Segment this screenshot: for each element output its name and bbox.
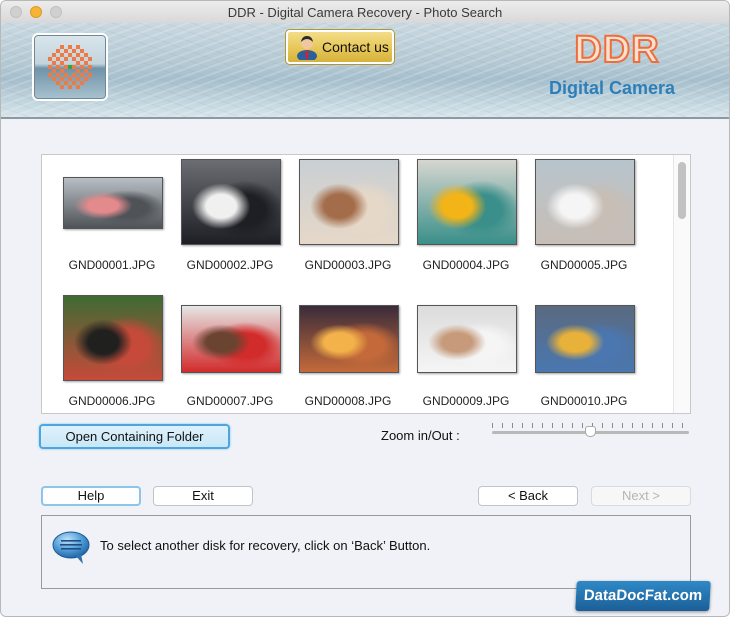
photo-filename: GND00006.JPG	[68, 394, 156, 408]
app-window: DDR - Digital Camera Recovery - Photo Se…	[0, 0, 730, 617]
photo-thumbnail[interactable]	[299, 159, 399, 245]
photo-filename: GND00010.JPG	[540, 394, 628, 408]
zoom-slider[interactable]	[492, 421, 689, 443]
brand-subtitle: Digital Camera	[549, 78, 676, 98]
app-logo	[32, 33, 108, 101]
photo-thumbnail[interactable]	[299, 305, 399, 373]
photo-thumbnail[interactable]	[535, 305, 635, 373]
open-containing-folder-button[interactable]: Open Containing Folder	[39, 424, 230, 449]
gallery-item[interactable]: GND00006.JPG	[62, 291, 180, 421]
photo-filename: GND00004.JPG	[422, 258, 510, 272]
photo-thumbnail[interactable]	[181, 159, 281, 245]
back-button[interactable]: < Back	[478, 486, 578, 506]
photo-filename: GND00008.JPG	[304, 394, 392, 408]
next-button[interactable]: Next >	[591, 486, 691, 506]
photo-thumbnail[interactable]	[417, 305, 517, 373]
gallery-item[interactable]: GND00003.JPG	[298, 155, 416, 285]
photo-thumbnail[interactable]	[181, 305, 281, 373]
gallery-item[interactable]: GND00002.JPG	[180, 155, 298, 285]
photo-filename: GND00009.JPG	[422, 394, 510, 408]
title-bar: DDR - Digital Camera Recovery - Photo Se…	[1, 1, 729, 24]
contact-us-button[interactable]: Contact us	[286, 30, 394, 64]
person-icon	[297, 36, 317, 60]
gallery-item[interactable]: GND00009.JPG	[416, 291, 534, 421]
gallery-item[interactable]: GND00005.JPG	[534, 155, 652, 285]
thumbnail-grid: GND00001.JPG GND00002.JPG GND00003.JPG GND0…	[42, 155, 674, 413]
photo-thumbnail[interactable]	[417, 159, 517, 245]
photo-filename: GND00003.JPG	[304, 258, 392, 272]
zoom-label: Zoom in/Out :	[381, 428, 460, 443]
ddr-logo-icon	[48, 45, 92, 89]
photo-thumbnail[interactable]	[535, 159, 635, 245]
message-panel: To select another disk for recovery, cli…	[41, 515, 691, 589]
photo-filename: GND00001.JPG	[68, 258, 156, 272]
contact-us-label: Contact us	[322, 39, 389, 55]
brand-title: DDR	[573, 28, 660, 72]
slider-knob[interactable]	[585, 426, 596, 437]
gallery-item[interactable]: GND00007.JPG	[180, 291, 298, 421]
window-title: DDR - Digital Camera Recovery - Photo Se…	[227, 5, 503, 20]
header-banner: Contact us DDR Digital Camera	[1, 23, 729, 119]
gallery-item[interactable]: GND00004.JPG	[416, 155, 534, 285]
gallery-item[interactable]: GND00001.JPG	[62, 155, 180, 285]
photo-filename: GND00007.JPG	[186, 394, 274, 408]
speech-bubble-icon	[52, 531, 90, 564]
scrollbar-thumb[interactable]	[678, 162, 686, 219]
photo-filename: GND00002.JPG	[186, 258, 274, 272]
photo-gallery: GND00001.JPG GND00002.JPG GND00003.JPG GND0…	[41, 154, 691, 414]
gallery-item[interactable]: GND00010.JPG	[534, 291, 652, 421]
help-button[interactable]: Help	[41, 486, 141, 506]
status-message: To select another disk for recovery, cli…	[100, 538, 431, 553]
photo-thumbnail[interactable]	[63, 177, 163, 229]
watermark-badge: DataDocFat.com	[575, 581, 711, 611]
gallery-item[interactable]: GND00008.JPG	[298, 291, 416, 421]
exit-button[interactable]: Exit	[153, 486, 253, 506]
photo-thumbnail[interactable]	[63, 295, 163, 381]
vertical-scrollbar[interactable]	[673, 155, 690, 413]
photo-filename: GND00005.JPG	[540, 258, 628, 272]
